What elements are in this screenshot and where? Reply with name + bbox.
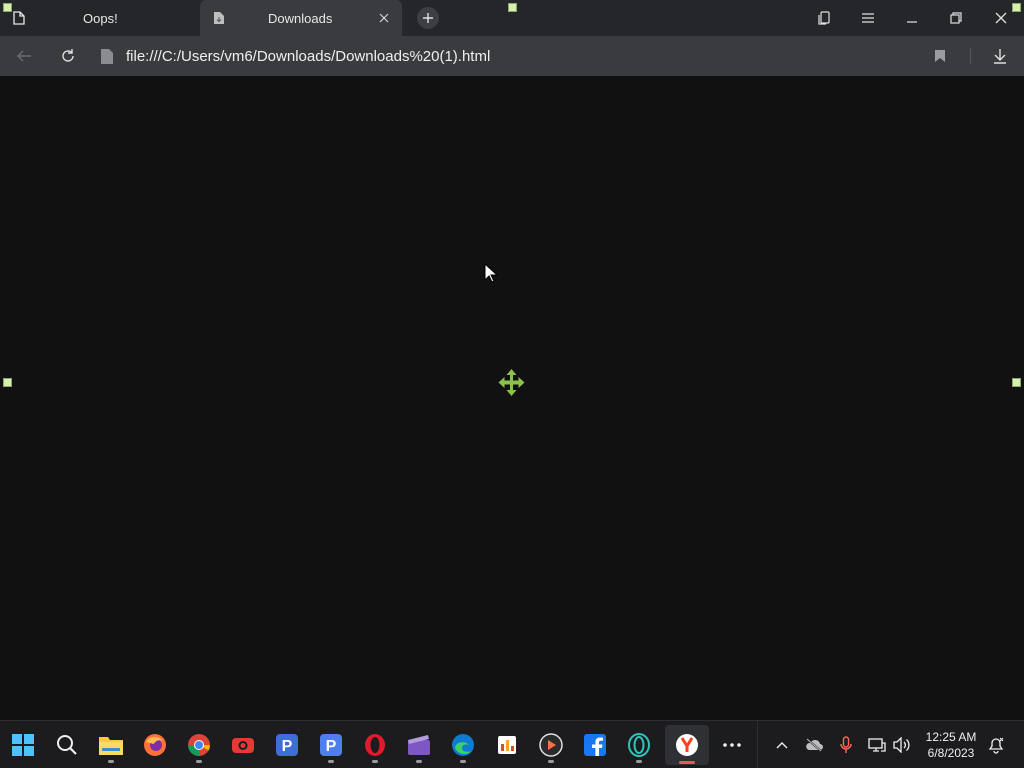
running-indicator xyxy=(328,760,334,763)
resize-handle-left[interactable] xyxy=(3,378,12,387)
tray-divider xyxy=(757,721,758,768)
clock-date: 6/8/2023 xyxy=(927,746,975,760)
volume-icon[interactable] xyxy=(892,735,912,755)
minimize-icon[interactable] xyxy=(902,8,922,28)
media-player-icon[interactable] xyxy=(538,732,564,758)
chrome-icon[interactable] xyxy=(186,732,212,758)
file-explorer-icon[interactable] xyxy=(98,732,124,758)
running-indicator xyxy=(372,760,378,763)
active-app-indicator xyxy=(679,761,695,764)
onedrive-offline-icon[interactable] xyxy=(804,735,824,755)
opera-icon[interactable] xyxy=(362,732,388,758)
running-indicator xyxy=(108,760,114,763)
clock[interactable]: 12:25 AM 6/8/2023 xyxy=(920,729,982,761)
running-indicator xyxy=(416,760,422,763)
microphone-icon[interactable] xyxy=(836,735,856,755)
running-indicator xyxy=(548,760,554,763)
video-editor-icon[interactable] xyxy=(406,732,432,758)
download-icon[interactable] xyxy=(990,46,1010,66)
menu-icon[interactable] xyxy=(858,8,878,28)
restore-icon[interactable] xyxy=(946,8,966,28)
downloads-page-icon xyxy=(212,11,226,25)
chevron-up-icon[interactable] xyxy=(772,735,792,755)
tab-title: Downloads xyxy=(268,11,333,26)
app-p-icon[interactable]: P xyxy=(274,732,300,758)
toolbar: file:///C:/Users/vm6/Downloads/Downloads… xyxy=(0,36,1024,76)
firefox-icon[interactable] xyxy=(142,732,168,758)
edge-icon[interactable] xyxy=(450,732,476,758)
svg-text:P: P xyxy=(282,738,293,755)
back-icon[interactable] xyxy=(14,46,34,66)
opera-gx-icon[interactable] xyxy=(626,732,652,758)
address-input[interactable]: file:///C:/Users/vm6/Downloads/Downloads… xyxy=(126,48,490,65)
svg-text:P: P xyxy=(326,738,337,755)
screen-recorder-icon[interactable] xyxy=(230,732,256,758)
network-icon[interactable] xyxy=(867,735,887,755)
office-icon[interactable] xyxy=(494,732,520,758)
close-tab-icon[interactable] xyxy=(376,10,392,26)
resize-handle-right[interactable] xyxy=(1012,378,1021,387)
more-icon[interactable] xyxy=(719,732,745,758)
tab-title: Oops! xyxy=(83,11,118,26)
tab-downloads[interactable]: Downloads xyxy=(200,0,402,36)
facebook-icon[interactable] xyxy=(582,732,608,758)
close-window-icon[interactable] xyxy=(991,8,1011,28)
notification-icon[interactable] xyxy=(986,735,1006,755)
move-icon[interactable] xyxy=(497,368,526,397)
page-content xyxy=(0,76,1024,720)
page-icon xyxy=(12,11,26,25)
clock-time: 12:25 AM xyxy=(925,730,977,744)
resize-handle-top[interactable] xyxy=(508,3,517,12)
search-icon[interactable] xyxy=(54,732,80,758)
resize-handle-top-left[interactable] xyxy=(3,3,12,12)
running-indicator xyxy=(196,760,202,763)
file-icon xyxy=(101,49,113,64)
running-indicator xyxy=(636,760,642,763)
mouse-cursor-icon xyxy=(484,262,499,283)
app-p2-icon[interactable]: P xyxy=(318,732,344,758)
tab-manager-icon[interactable] xyxy=(814,8,834,28)
reload-icon[interactable] xyxy=(58,46,78,66)
bookmark-icon[interactable] xyxy=(930,46,950,66)
toolbar-divider xyxy=(970,48,971,64)
running-indicator xyxy=(460,760,466,763)
plus-icon xyxy=(423,13,433,23)
new-tab-button[interactable] xyxy=(417,7,439,29)
start-icon[interactable] xyxy=(10,732,36,758)
taskbar: P P 12:25 AM 6/8/2023 xyxy=(0,720,1024,768)
yandex-browser-icon[interactable] xyxy=(674,732,700,758)
tab-oops[interactable]: Oops! xyxy=(0,0,200,36)
resize-handle-top-right[interactable] xyxy=(1012,3,1021,12)
screen: Oops! Downloads file:///C:/Users/vm6/Dow… xyxy=(0,0,1024,768)
